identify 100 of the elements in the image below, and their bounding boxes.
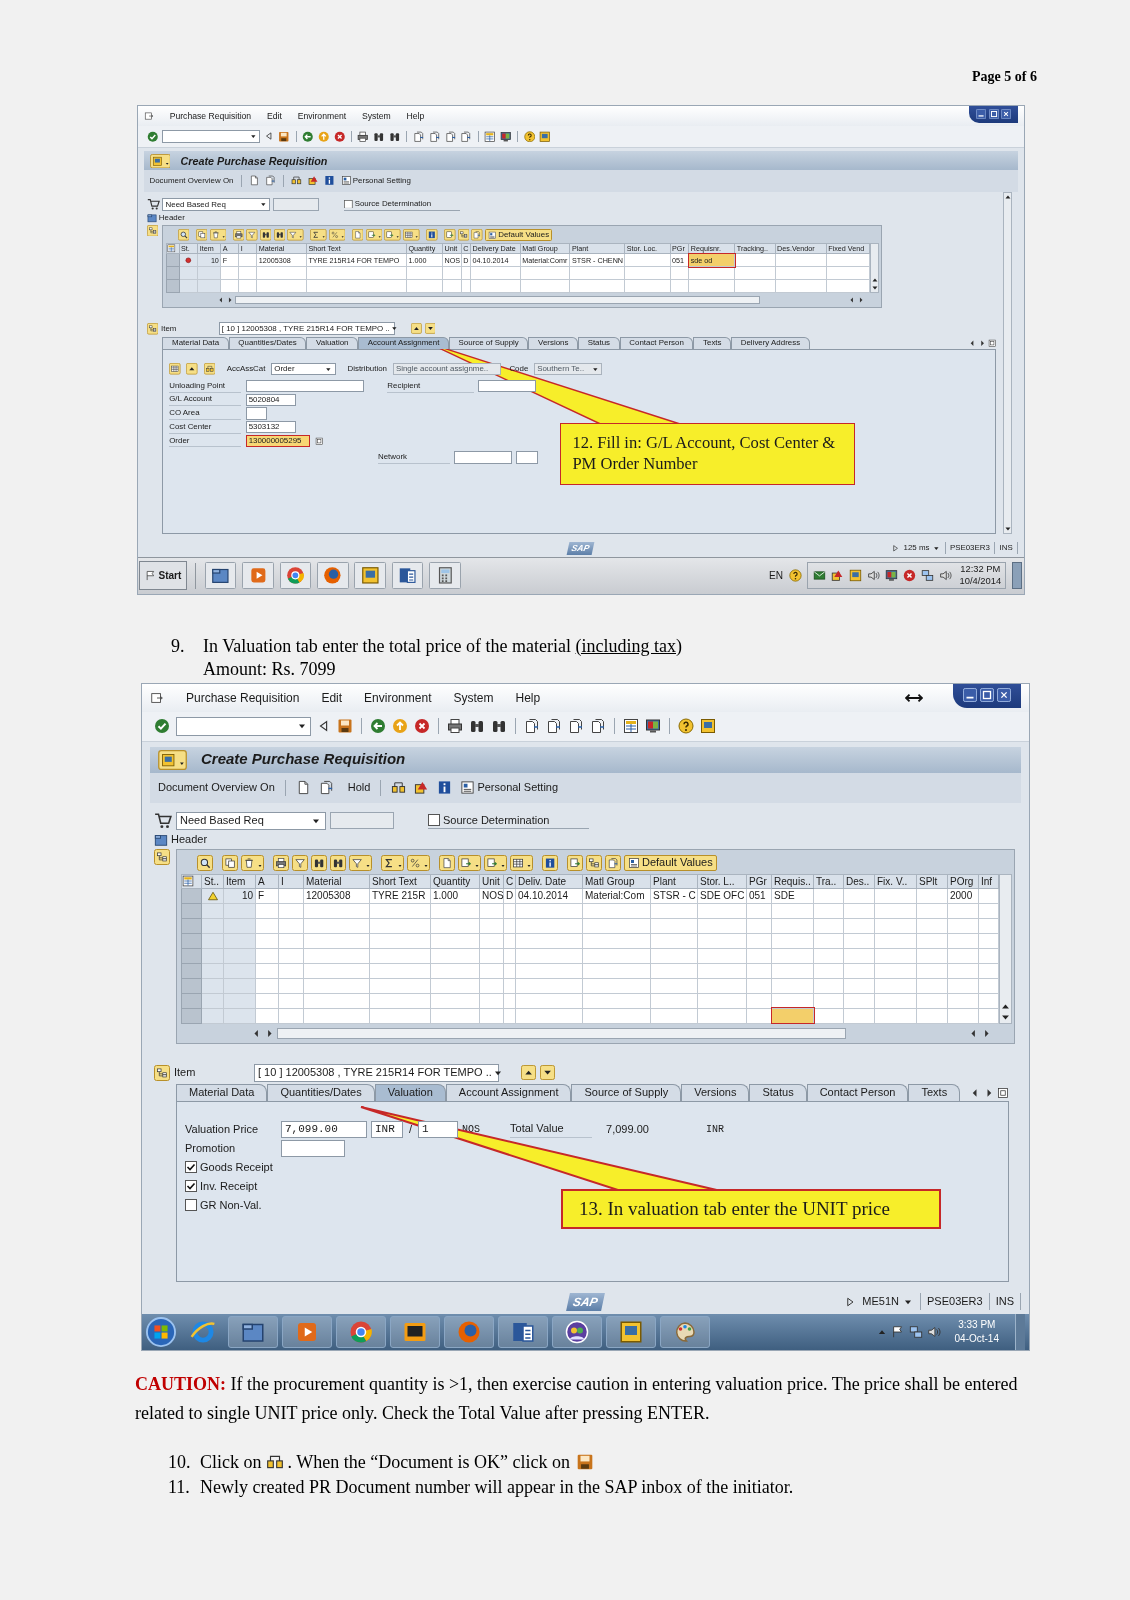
menu-item[interactable]: Environment <box>364 688 432 707</box>
tab[interactable]: Account Assignment <box>358 336 449 349</box>
column-header[interactable]: POrg <box>947 874 979 889</box>
default-values-button[interactable]: Default Values <box>485 229 553 241</box>
clock-date[interactable]: 04-Oct-14 <box>954 1331 999 1346</box>
clock-time[interactable]: 3:33 PM <box>958 1317 996 1332</box>
clock-time[interactable]: 12:32 PM <box>960 564 1001 576</box>
column-header[interactable]: A <box>255 874 279 889</box>
clock-date[interactable]: 10/4/2014 <box>959 575 1002 588</box>
column-header[interactable]: Short Text <box>306 243 407 254</box>
field-label: CO Area <box>169 407 242 421</box>
status-field[interactable]: PSE03ER3 <box>921 1293 990 1310</box>
tab[interactable]: Status <box>749 1083 807 1101</box>
personal-setting-button[interactable]: Personal Setting <box>460 779 559 796</box>
column-header[interactable]: Stor. Loc. <box>624 243 671 254</box>
column-header[interactable]: Stor. L.. <box>697 874 747 889</box>
step-number: 9. <box>171 634 186 658</box>
tab[interactable]: Valuation <box>374 1083 446 1101</box>
price-field[interactable]: 7,099.00 <box>281 1120 367 1138</box>
status-field[interactable]: 125 ms <box>899 542 946 555</box>
menu-item[interactable]: System <box>453 688 494 707</box>
tab[interactable]: Status <box>578 336 620 349</box>
menu-item[interactable]: System <box>361 109 391 123</box>
tab[interactable]: Contact Person <box>806 1083 909 1101</box>
sap-logo: SAP <box>566 1292 605 1311</box>
checkbox-label: Source Determination <box>443 812 550 828</box>
item-select[interactable]: [ 10 ] 12005308 , TYRE 215R14 FOR TEMPO .. <box>254 1063 499 1082</box>
menu-item[interactable]: Help <box>406 109 425 123</box>
column-header[interactable]: PGr <box>746 874 772 889</box>
step-number: 10. <box>168 1450 192 1474</box>
column-header[interactable]: Fix. V.. <box>874 874 917 889</box>
input-field[interactable]: 5303132 <box>245 421 296 434</box>
column-header[interactable]: Item <box>223 874 256 889</box>
input-field[interactable]: 5020804 <box>245 393 296 407</box>
tab[interactable]: Versions <box>528 336 578 349</box>
step-text: Click on <box>200 1450 262 1474</box>
language-indicator[interactable]: EN <box>769 568 783 584</box>
overview-button[interactable]: Document Overview On <box>158 779 275 796</box>
column-header[interactable]: Quantity <box>430 874 480 889</box>
tab[interactable]: Material Data <box>176 1083 268 1101</box>
tab[interactable]: Source of Supply <box>571 1083 682 1101</box>
status-field[interactable]: INS <box>995 542 1018 555</box>
column-header[interactable]: Unit <box>479 874 504 889</box>
hold-button[interactable]: Hold <box>347 779 371 796</box>
personal-setting-button[interactable]: Personal Setting <box>340 174 411 187</box>
document-type-select[interactable]: Need Based Req <box>176 811 326 830</box>
tab[interactable]: Valuation <box>306 336 359 349</box>
column-header[interactable]: Material <box>256 243 307 254</box>
overview-button[interactable]: Document Overview On <box>149 174 234 187</box>
tab[interactable]: Material Data <box>162 336 229 349</box>
account-category-select[interactable]: Order <box>271 362 336 376</box>
menu-item[interactable]: Help <box>515 688 541 707</box>
header-label[interactable]: Header <box>158 212 185 225</box>
default-values-button[interactable]: Default Values <box>624 854 717 871</box>
column-header[interactable]: Plant <box>570 243 625 254</box>
tab[interactable]: Account Assignment <box>445 1083 572 1101</box>
column-header[interactable]: Deliv. Date <box>515 874 583 889</box>
menu-item[interactable]: Edit <box>267 109 282 123</box>
header-label[interactable]: Header <box>171 831 208 848</box>
tab[interactable]: Delivery Address <box>731 336 810 349</box>
column-header[interactable]: Material <box>303 874 370 889</box>
quantity-field[interactable]: 1 <box>418 1120 459 1138</box>
menu-item[interactable]: Purchase Requisition <box>169 109 252 123</box>
column-header[interactable]: A <box>220 243 239 254</box>
document-type-select[interactable]: Need Based Req <box>162 198 271 212</box>
column-header[interactable]: Inf <box>978 874 999 889</box>
screen-title: Create Purchase Requisition <box>201 749 406 770</box>
column-header[interactable]: Requis.. <box>771 874 814 889</box>
tab[interactable]: Contact Person <box>619 336 694 349</box>
start-button[interactable]: Start <box>139 561 187 591</box>
separator-slash: / <box>408 1121 414 1137</box>
column-header[interactable]: Short Text <box>369 874 431 889</box>
currency-field[interactable]: INR <box>371 1120 403 1138</box>
menu-item[interactable]: Environment <box>297 109 347 123</box>
column-header[interactable]: St.. <box>201 874 224 889</box>
column-header[interactable]: I <box>238 243 257 254</box>
column-header[interactable]: I <box>278 874 304 889</box>
menu-item[interactable]: Purchase Requisition <box>186 688 300 707</box>
table-cell[interactable]: sde od <box>688 253 735 267</box>
column-header[interactable]: Matl Group <box>582 874 651 889</box>
tab[interactable]: Texts <box>908 1083 961 1101</box>
callout: 12. Fill in: G/L Account, Cost Center & PM Order Number <box>559 422 856 486</box>
tab[interactable]: Quantities/Dates <box>228 336 307 349</box>
status-field[interactable]: PSE03ER3 <box>945 542 996 555</box>
menu-item[interactable]: Edit <box>321 688 343 707</box>
column-header[interactable]: Des.. <box>843 874 875 889</box>
tab[interactable]: Quantities/Dates <box>267 1083 375 1101</box>
status-field[interactable]: ME51N <box>856 1293 921 1310</box>
column-header[interactable]: Tra.. <box>813 874 844 889</box>
column-header[interactable]: Plant <box>650 874 698 889</box>
status-field[interactable]: INS <box>989 1293 1021 1310</box>
tab[interactable]: Versions <box>681 1083 750 1101</box>
tab[interactable]: Texts <box>693 336 732 349</box>
code-select[interactable]: Southern Te.. <box>534 362 603 376</box>
column-header[interactable]: SPlt <box>916 874 948 889</box>
field-label: Total Value <box>510 1120 593 1138</box>
tab[interactable]: Source of Supply <box>448 336 529 349</box>
field-label: G/L Account <box>169 393 242 407</box>
input-field[interactable]: 130000005295 <box>245 434 311 448</box>
item-select[interactable]: [ 10 ] 12005308 , TYRE 215R14 FOR TEMPO .. <box>218 322 395 336</box>
